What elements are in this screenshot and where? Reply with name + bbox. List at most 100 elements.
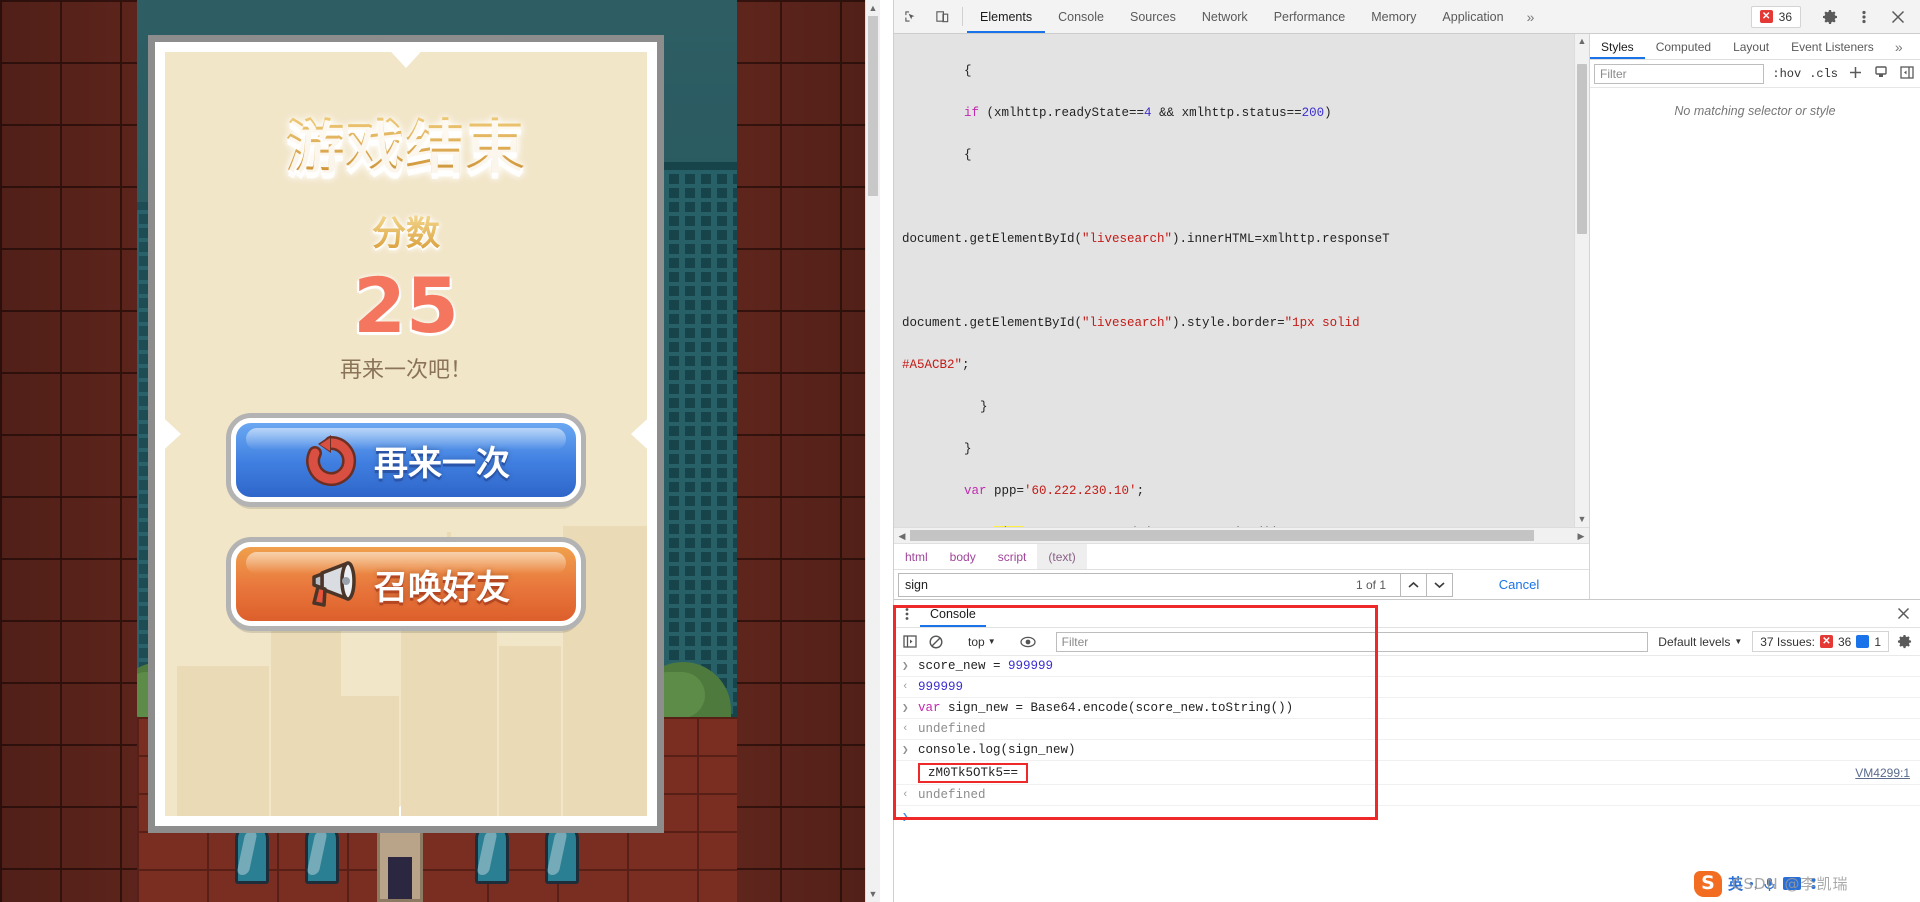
scroll-up-arrow[interactable]: ▲ xyxy=(1575,34,1589,49)
more-styles-tabs-icon[interactable]: » xyxy=(1885,34,1913,59)
search-input-value: sign xyxy=(905,578,1356,592)
dom-code-view[interactable]: { if (xmlhttp.readyState==4 && xmlhttp.s… xyxy=(894,34,1589,527)
tab-memory[interactable]: Memory xyxy=(1358,0,1429,33)
more-options-icon[interactable] xyxy=(1848,9,1880,25)
search-prev-button[interactable] xyxy=(1401,573,1427,597)
breadcrumb-item-html[interactable]: html xyxy=(894,544,939,569)
console-entry-text: 999999 xyxy=(918,680,1920,694)
styles-filter-input[interactable]: Filter xyxy=(1594,64,1764,84)
page-scrollbar[interactable]: ▲ ▼ xyxy=(865,0,880,902)
code-horizontal-scrollbar[interactable]: ◀ ▶ xyxy=(894,527,1589,543)
devtools-tabs: Elements Console Sources Network Perform… xyxy=(967,0,1751,33)
tab-application[interactable]: Application xyxy=(1429,0,1516,33)
chevron-down-icon: ▼ xyxy=(1734,637,1742,646)
console-source-link[interactable]: VM4299:1 xyxy=(1855,766,1910,780)
console-entry-text: zM0Tk5OTk5== xyxy=(918,763,1920,783)
issues-chip[interactable]: 37 Issues: ✕ 36 1 xyxy=(1752,631,1889,652)
console-entry[interactable]: ❯ var sign_new = Base64.encode(score_new… xyxy=(894,698,1920,719)
console-entry[interactable]: ❯ score_new = 999999 xyxy=(894,656,1920,677)
console-toolbar: top ▼ Filter Default levels ▼ 37 Issues:… xyxy=(894,628,1920,656)
input-marker-icon: ❯ xyxy=(902,659,918,673)
dialog-content: 游戏结束 分数 25 再来一次吧！ xyxy=(165,52,647,626)
ime-toolbar[interactable]: S 英 •, CSDN @李凯瑞 xyxy=(1688,865,1920,902)
styles-empty-message: No matching selector or style xyxy=(1590,88,1920,599)
scroll-left-arrow[interactable]: ◀ xyxy=(894,528,910,544)
restart-button[interactable]: 再来一次 xyxy=(231,418,581,502)
tab-console[interactable]: Console xyxy=(1045,0,1117,33)
error-count-label: 36 xyxy=(1779,10,1792,24)
console-settings-gear-icon[interactable] xyxy=(1893,632,1915,652)
find-bar: sign 1 of 1 Cancel xyxy=(894,569,1589,599)
tab-network[interactable]: Network xyxy=(1189,0,1261,33)
breadcrumb-item-script[interactable]: script xyxy=(987,544,1038,569)
scroll-right-arrow[interactable]: ▶ xyxy=(1573,528,1589,544)
tab-sources[interactable]: Sources xyxy=(1117,0,1189,33)
gear-icon[interactable] xyxy=(1814,9,1846,25)
console-entry[interactable]: ‹ undefined xyxy=(894,785,1920,806)
search-input[interactable]: sign 1 of 1 xyxy=(898,573,1401,597)
tab-layout[interactable]: Layout xyxy=(1722,34,1780,59)
toolbar-separator xyxy=(962,7,963,26)
scrollbar-thumb[interactable] xyxy=(868,16,878,196)
console-prompt[interactable]: ❯ xyxy=(894,806,1920,827)
scroll-up-arrow[interactable]: ▲ xyxy=(866,0,880,16)
plus-icon[interactable] xyxy=(1846,66,1864,82)
console-entry[interactable]: zM0Tk5OTk5== VM4299:1 xyxy=(894,761,1920,785)
restart-button-label: 再来一次 xyxy=(374,436,510,485)
console-entry[interactable]: ‹ 999999 xyxy=(894,677,1920,698)
game-over-title: 游戏结束 xyxy=(165,100,647,184)
sogou-logo-icon: S xyxy=(1694,871,1722,897)
issues-error-count: 36 xyxy=(1838,635,1851,649)
inspect-element-icon[interactable] xyxy=(894,0,926,33)
input-marker-icon: ❯ xyxy=(902,701,918,715)
console-entry[interactable]: ‹ undefined xyxy=(894,719,1920,740)
drawer-tab-console[interactable]: Console xyxy=(920,600,986,627)
hov-toggle[interactable]: :hov xyxy=(1772,67,1801,81)
code-vertical-scrollbar[interactable]: ▲ ▼ xyxy=(1574,34,1589,527)
drawer-close-icon[interactable] xyxy=(1886,600,1920,627)
chevron-down-icon: ▼ xyxy=(988,637,996,646)
device-toolbar-icon[interactable] xyxy=(926,0,958,33)
toggle-sidebar-icon[interactable] xyxy=(1898,66,1916,82)
search-next-button[interactable] xyxy=(1427,573,1453,597)
tab-performance[interactable]: Performance xyxy=(1261,0,1359,33)
scrollbar-thumb[interactable] xyxy=(910,530,1534,541)
breadcrumb-item-text[interactable]: (text) xyxy=(1037,544,1086,569)
tab-styles[interactable]: Styles xyxy=(1590,34,1645,59)
scroll-down-arrow[interactable]: ▼ xyxy=(866,886,880,902)
output-marker-icon: ‹ xyxy=(902,723,918,735)
invite-friends-button[interactable]: 召唤好友 xyxy=(231,542,581,626)
tab-computed[interactable]: Computed xyxy=(1645,34,1722,59)
megaphone-icon xyxy=(302,555,360,613)
live-expression-icon[interactable] xyxy=(1017,632,1039,652)
highlighted-value: zM0Tk5OTk5== xyxy=(918,763,1028,783)
scroll-down-arrow[interactable]: ▼ xyxy=(1575,512,1589,527)
output-marker-icon: ‹ xyxy=(902,681,918,693)
console-sidebar-icon[interactable] xyxy=(899,632,921,652)
tab-elements[interactable]: Elements xyxy=(967,0,1045,33)
search-cancel-button[interactable]: Cancel xyxy=(1453,577,1585,592)
score-value: 25 xyxy=(165,261,647,350)
devtools-body: { if (xmlhttp.readyState==4 && xmlhttp.s… xyxy=(894,34,1920,599)
error-count-chip[interactable]: ✕ 36 xyxy=(1751,6,1801,28)
styles-panel: Styles Computed Layout Event Listeners »… xyxy=(1590,34,1920,599)
console-context-selector[interactable]: top ▼ xyxy=(964,635,1000,649)
console-entry[interactable]: ❯ console.log(sign_new) xyxy=(894,740,1920,761)
paint-bucket-icon[interactable] xyxy=(1872,65,1890,82)
breadcrumb: html body script (text) xyxy=(894,543,1589,569)
cls-toggle[interactable]: .cls xyxy=(1809,67,1838,81)
close-icon[interactable] xyxy=(1882,10,1914,24)
console-entry-text: score_new = 999999 xyxy=(918,659,1920,673)
scrollbar-thumb[interactable] xyxy=(1577,64,1587,234)
clear-console-icon[interactable] xyxy=(925,632,947,652)
log-levels-label: Default levels xyxy=(1658,635,1730,649)
console-log-levels-dropdown[interactable]: Default levels ▼ xyxy=(1652,635,1748,649)
breadcrumb-item-body[interactable]: body xyxy=(939,544,987,569)
drawer-more-options-icon[interactable] xyxy=(894,600,920,627)
arched-window xyxy=(545,822,579,884)
styles-tabs: Styles Computed Layout Event Listeners » xyxy=(1590,34,1920,60)
tab-event-listeners[interactable]: Event Listeners xyxy=(1780,34,1885,59)
console-filter-input[interactable]: Filter xyxy=(1056,632,1649,652)
more-tabs-icon[interactable]: » xyxy=(1517,0,1545,33)
error-icon: ✕ xyxy=(1760,10,1773,23)
